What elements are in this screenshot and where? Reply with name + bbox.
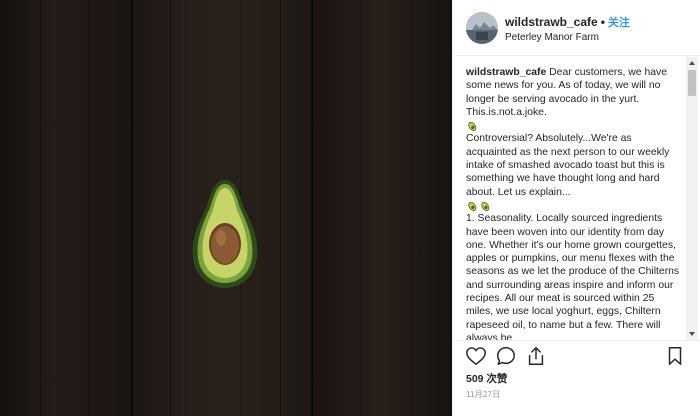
comments-section[interactable]: wildstrawb_cafe Dear customers, we have … — [453, 57, 700, 340]
wood-grain — [410, 0, 411, 416]
wood-plank — [0, 0, 132, 416]
location-link[interactable]: Peterley Manor Farm — [505, 32, 599, 43]
scroll-up-icon[interactable] — [686, 57, 698, 69]
avocado-emoji-icon — [468, 121, 477, 131]
caption-paragraph-2: Controversial? Absolutely...We're as acq… — [466, 133, 670, 198]
plank-seam — [131, 0, 133, 416]
avocado-emoji-icon — [481, 201, 490, 211]
share-icon[interactable] — [525, 345, 547, 367]
comment-icon[interactable] — [495, 345, 517, 367]
caption-paragraph-3: 1. Seasonality. Locally sourced ingredie… — [466, 213, 680, 340]
username-link[interactable]: wildstrawb_cafe — [505, 15, 598, 29]
wood-grain — [40, 0, 41, 416]
wood-grain — [360, 0, 361, 416]
scroll-down-icon[interactable] — [686, 328, 698, 340]
wood-grain — [88, 0, 89, 416]
post-date[interactable]: 11月27日 — [466, 389, 500, 400]
post-caption: wildstrawb_cafe Dear customers, we have … — [466, 66, 684, 340]
avocado-emoji-icon — [468, 201, 477, 211]
avatar[interactable] — [466, 12, 498, 44]
post-image[interactable] — [0, 0, 452, 416]
wood-grain — [280, 0, 281, 416]
separator-dot: • — [600, 15, 605, 29]
scroll-thumb[interactable] — [688, 70, 696, 96]
emoji-row — [466, 119, 684, 132]
bookmark-icon[interactable] — [664, 345, 686, 367]
post-user-line: wildstrawb_cafe • 关注 — [505, 14, 630, 30]
heart-icon[interactable] — [465, 345, 487, 367]
follow-button[interactable]: 关注 — [608, 17, 630, 29]
wood-plank — [312, 0, 452, 416]
plank-seam — [311, 0, 313, 416]
caption-author[interactable]: wildstrawb_cafe — [466, 67, 546, 78]
emoji-row — [466, 199, 684, 212]
avocado-half — [189, 178, 261, 290]
comments-scrollbar[interactable] — [686, 57, 698, 340]
wood-grain — [170, 0, 171, 416]
post-actions: 509 次赞 11月27日 — [453, 340, 700, 416]
post-sidebar: wildstrawb_cafe • 关注 Peterley Manor Farm w… — [452, 0, 700, 416]
likes-count[interactable]: 509 次赞 — [466, 371, 507, 386]
post-header: wildstrawb_cafe • 关注 Peterley Manor Farm — [453, 0, 700, 56]
